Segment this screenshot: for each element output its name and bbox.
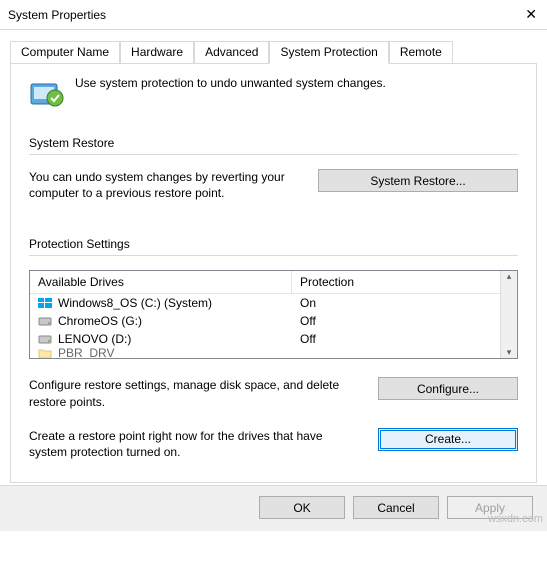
folder-icon	[38, 348, 52, 358]
ok-button[interactable]: OK	[259, 496, 345, 519]
intro-text: Use system protection to undo unwanted s…	[75, 76, 386, 90]
tab-advanced[interactable]: Advanced	[194, 41, 269, 64]
drive-name: Windows8_OS (C:) (System)	[58, 296, 212, 310]
configure-button[interactable]: Configure...	[378, 377, 518, 400]
configure-row: Configure restore settings, manage disk …	[29, 377, 518, 409]
drive-status	[292, 352, 500, 354]
titlebar: System Properties ✕	[0, 0, 547, 30]
drive-name: PBR_DRV	[58, 348, 114, 358]
tab-remote[interactable]: Remote	[389, 41, 453, 64]
drive-name: ChromeOS (G:)	[58, 314, 142, 328]
table-row[interactable]: LENOVO (D:) Off	[30, 330, 500, 348]
create-button[interactable]: Create...	[378, 428, 518, 451]
tab-panel: Use system protection to undo unwanted s…	[10, 63, 537, 483]
tab-hardware[interactable]: Hardware	[120, 41, 194, 64]
tab-computer-name[interactable]: Computer Name	[10, 41, 120, 64]
apply-button[interactable]: Apply	[447, 496, 533, 519]
hdd-icon	[38, 314, 52, 328]
tab-strip: Computer Name Hardware Advanced System P…	[10, 41, 537, 64]
system-restore-button[interactable]: System Restore...	[318, 169, 518, 192]
drive-status: Off	[292, 313, 500, 329]
configure-text: Configure restore settings, manage disk …	[29, 377, 358, 409]
window-title: System Properties	[8, 8, 106, 22]
divider	[29, 154, 518, 155]
scrollbar[interactable]: ▴ ▾	[500, 271, 517, 358]
hdd-icon	[38, 332, 52, 346]
drive-name: LENOVO (D:)	[58, 332, 131, 346]
dialog-content: Computer Name Hardware Advanced System P…	[0, 30, 547, 483]
windows-drive-icon	[38, 296, 52, 310]
table-row[interactable]: ChromeOS (G:) Off	[30, 312, 500, 330]
intro-row: Use system protection to undo unwanted s…	[29, 76, 518, 112]
scroll-down-icon[interactable]: ▾	[507, 347, 512, 358]
table-header: Available Drives Protection	[30, 271, 500, 294]
restore-row: You can undo system changes by reverting…	[29, 169, 518, 201]
scroll-up-icon[interactable]: ▴	[507, 271, 512, 282]
protection-header: Protection Settings	[29, 237, 518, 251]
col-protection[interactable]: Protection	[292, 271, 500, 293]
close-icon[interactable]: ✕	[497, 6, 537, 23]
create-row: Create a restore point right now for the…	[29, 428, 518, 460]
restore-header: System Restore	[29, 136, 518, 150]
col-available-drives[interactable]: Available Drives	[30, 271, 292, 293]
table-row[interactable]: Windows8_OS (C:) (System) On	[30, 294, 500, 312]
system-protection-icon	[29, 76, 65, 112]
tab-system-protection[interactable]: System Protection	[269, 41, 388, 64]
drives-table: Available Drives Protection Windows8_OS …	[29, 270, 518, 359]
cancel-button[interactable]: Cancel	[353, 496, 439, 519]
create-text: Create a restore point right now for the…	[29, 428, 358, 460]
drive-status: Off	[292, 331, 500, 347]
restore-text: You can undo system changes by reverting…	[29, 169, 298, 201]
dialog-footer: OK Cancel Apply	[0, 485, 547, 531]
divider	[29, 255, 518, 256]
drive-status: On	[292, 295, 500, 311]
table-row[interactable]: PBR_DRV	[30, 348, 500, 358]
